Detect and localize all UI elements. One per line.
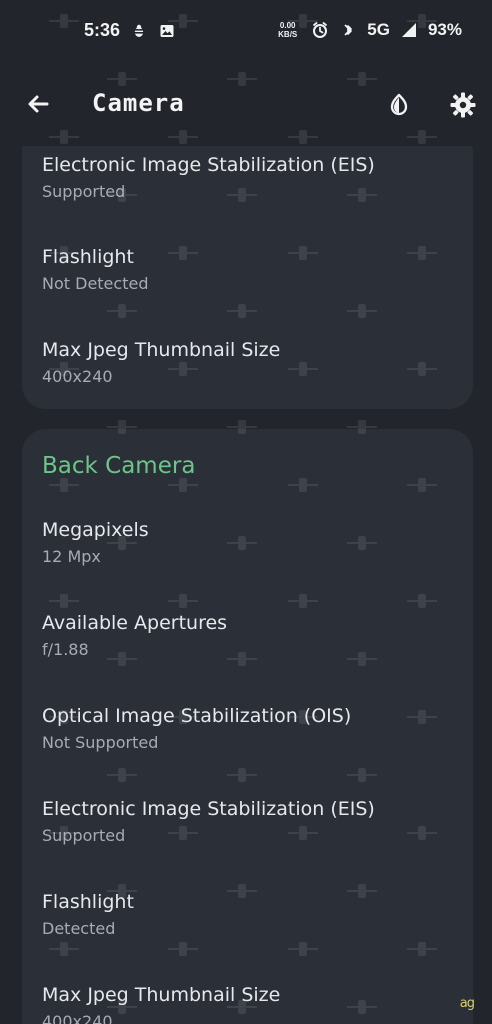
back-button[interactable]: [20, 86, 56, 122]
item-value: Supported: [42, 182, 126, 201]
network-speed-value: 0.00: [279, 21, 296, 30]
list-item: Megapixels 12 Mpx: [42, 519, 453, 591]
list-item: Electronic Image Stabilization (EIS) Sup…: [42, 154, 453, 226]
item-label: Megapixels: [42, 519, 149, 541]
list-item: Optical Image Stabilization (OIS) Not Su…: [42, 705, 453, 777]
signal-icon: [400, 21, 418, 39]
bluetooth-icon: [339, 21, 357, 39]
list-item: Available Apertures f/1.88: [42, 612, 453, 684]
network-speed-unit: KB/S: [278, 30, 298, 39]
item-label: Flashlight: [42, 891, 134, 913]
list-item: Flashlight Detected: [42, 891, 453, 963]
list-item: Max Jpeg Thumbnail Size 400x240: [42, 339, 453, 411]
section-title: Back Camera: [42, 453, 196, 479]
bug-icon: [130, 22, 148, 40]
status-time: 5:36: [84, 20, 121, 40]
item-value: Detected: [42, 919, 116, 938]
item-value: Not Detected: [42, 274, 149, 293]
theme-icon: [390, 93, 408, 116]
status-bar: 5:36 0.00 KB/S 5G 93%: [0, 0, 492, 62]
list-item: Electronic Image Stabilization (EIS) Sup…: [42, 798, 453, 870]
status-right: 0.00 KB/S 5G 93%: [278, 20, 462, 40]
scroll-content[interactable]: Electronic Image Stabilization (EIS) Sup…: [0, 146, 492, 1024]
item-label: Available Apertures: [42, 612, 228, 634]
list-item: Flashlight Not Detected: [42, 246, 453, 318]
item-value: 400x240: [42, 1012, 113, 1024]
list-item: Max Jpeg Thumbnail Size 400x240: [42, 984, 453, 1024]
camera-card-top: Electronic Image Stabilization (EIS) Sup…: [22, 146, 473, 409]
item-value: 12 Mpx: [42, 547, 101, 566]
item-value: 400x240: [42, 367, 113, 386]
theme-toggle-button[interactable]: [382, 88, 416, 122]
back-arrow-icon: [28, 95, 49, 113]
status-left: 5:36: [84, 20, 176, 41]
item-label: Max Jpeg Thumbnail Size: [42, 984, 281, 1006]
item-value: Not Supported: [42, 733, 159, 752]
network-speed: 0.00 KB/S: [278, 21, 297, 39]
page-title: Camera: [92, 89, 185, 117]
item-label: Optical Image Stabilization (OIS): [42, 705, 352, 727]
item-label: Electronic Image Stabilization (EIS): [42, 154, 375, 176]
item-value: f/1.88: [42, 640, 89, 659]
image-icon: [158, 22, 176, 40]
item-label: Flashlight: [42, 246, 134, 268]
item-value: Supported: [42, 826, 126, 845]
item-label: Max Jpeg Thumbnail Size: [42, 339, 281, 361]
alarm-icon: [311, 21, 329, 39]
gear-icon: [450, 92, 476, 118]
settings-button[interactable]: [446, 88, 480, 122]
battery-level: 93%: [427, 20, 462, 39]
app-bar: Camera: [0, 62, 492, 146]
network-type: 5G: [367, 20, 390, 39]
watermark-logo: ag: [459, 996, 475, 1011]
item-label: Electronic Image Stabilization (EIS): [42, 798, 375, 820]
back-camera-card: Back Camera Megapixels 12 Mpx Available …: [22, 429, 473, 1024]
